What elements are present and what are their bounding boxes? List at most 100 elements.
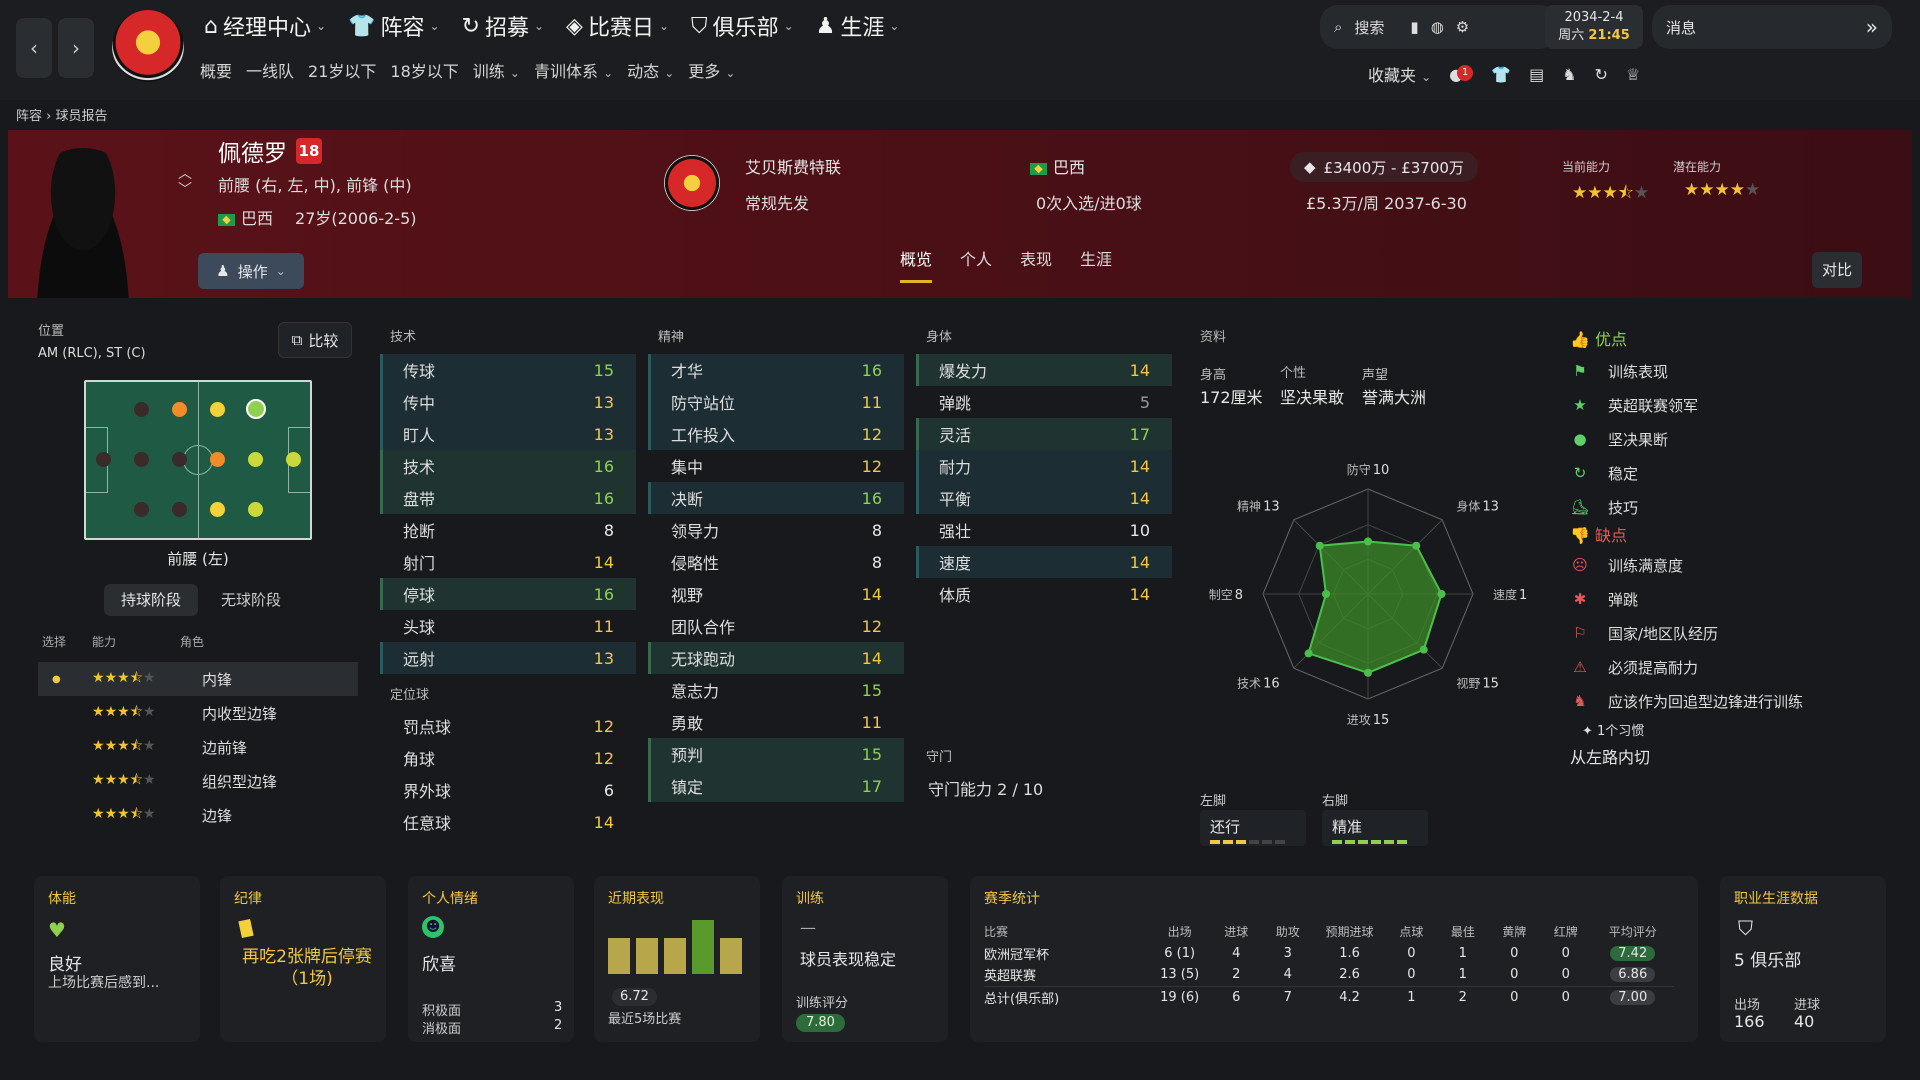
fitness-card[interactable]: 体能 ♥ 良好 上场比赛后感到... [34, 876, 200, 1042]
stats-row[interactable]: 英超联赛 13 (5) 2 4 2.6 0 1 0 0 6.86 [984, 964, 1674, 986]
attribute-row[interactable]: 镇定 17 [648, 770, 904, 802]
career-card[interactable]: 职业生涯数据 ⛉ 5 俱乐部 出场 166 进球 40 [1720, 876, 1886, 1042]
attribute-row[interactable]: 灵活 17 [916, 418, 1172, 450]
attribute-row[interactable]: 预判 15 [648, 738, 904, 770]
nav-recruit[interactable]: ↻ 招募 ⌄ [462, 10, 545, 42]
attribute-row[interactable]: 弹跳 5 [916, 386, 1172, 418]
nav-career[interactable]: ♟ 生涯 ⌄ [816, 10, 900, 42]
attribute-row[interactable]: 防守站位 11 [648, 386, 904, 418]
forward-button[interactable]: › [58, 18, 94, 78]
favorites-dropdown[interactable]: 收藏夹 ⌄ [1368, 62, 1431, 86]
trait-item[interactable]: ⛸ 技巧 [1570, 490, 1870, 524]
back-button[interactable]: ‹ [16, 18, 52, 78]
training-card[interactable]: 训练 — 球员表现稳定 训练评分 7.80 [782, 876, 948, 1042]
compare-button[interactable]: 对比 [1812, 252, 1862, 288]
messages-bar[interactable]: 消息 » [1652, 5, 1892, 49]
clipboard-icon[interactable]: ▤ [1529, 65, 1544, 84]
attribute-row[interactable]: 才华 16 [648, 354, 904, 386]
attribute-row[interactable]: 远射 13 [380, 642, 636, 674]
position-compare-button[interactable]: ⧉ 比较 [278, 322, 352, 358]
form-bar[interactable] [636, 938, 658, 974]
transfer-value[interactable]: ◆ £3400万 - £3700万 [1290, 152, 1478, 182]
tab-performance[interactable]: 表现 [1020, 246, 1052, 283]
form-bar[interactable] [664, 938, 686, 974]
attribute-row[interactable]: 体质 14 [916, 578, 1172, 610]
globe-icon[interactable]: ◍ [1431, 18, 1444, 36]
trait-item[interactable]: ⚠ 必须提高耐力 [1570, 650, 1900, 684]
role-row[interactable]: ★★★⯪★ 边前锋 [38, 730, 358, 764]
nav-manager-center[interactable]: ⌂ 经理中心 ⌄ [204, 10, 326, 42]
attribute-row[interactable]: 抢断 8 [380, 514, 636, 546]
attribute-row[interactable]: 耐力 14 [916, 450, 1172, 482]
attribute-row[interactable]: 意志力 15 [648, 674, 904, 706]
tab-overview[interactable]: 概览 [900, 246, 933, 283]
stats-row[interactable]: 总计(俱乐部) 19 (6) 6 7 4.2 1 2 0 0 7.00 [984, 986, 1674, 1008]
trait-item[interactable]: ⚑ 训练表现 [1570, 354, 1870, 388]
form-bar[interactable] [692, 920, 714, 974]
trait-item[interactable]: ⚐ 国家/地区队经历 [1570, 616, 1900, 650]
attribute-row[interactable]: 任意球 14 [380, 806, 636, 838]
attribute-row[interactable]: 射门 14 [380, 546, 636, 578]
tab-personal[interactable]: 个人 [960, 246, 992, 283]
club-crest[interactable] [664, 155, 720, 211]
subnav-youth[interactable]: 青训体系 ⌄ [534, 58, 613, 82]
subnav-dynamics[interactable]: 动态 ⌄ [627, 58, 674, 82]
in-possession-tab[interactable]: 持球阶段 [104, 584, 198, 616]
notification-icon[interactable]: ●1 [1449, 64, 1474, 84]
attribute-row[interactable]: 强壮 10 [916, 514, 1172, 546]
subnav-u18[interactable]: 18岁以下 [390, 58, 458, 82]
form-bar[interactable] [608, 938, 630, 974]
mood-card[interactable]: 个人情绪 ☻ 欣喜 积极面 3 消极面 2 [408, 876, 574, 1042]
club-logo[interactable] [112, 10, 184, 82]
attribute-row[interactable]: 侵略性 8 [648, 546, 904, 578]
attribute-row[interactable]: 角球 12 [380, 742, 636, 774]
trait-item[interactable]: ★ 英超联赛领军 [1570, 388, 1870, 422]
attribute-row[interactable]: 视野 14 [648, 578, 904, 610]
role-row[interactable]: ★★★⯪★ 内收型边锋 [38, 696, 358, 730]
role-row[interactable]: ★★★⯪★ 组织型边锋 [38, 764, 358, 798]
form-card[interactable]: 近期表现 6.72 最近5场比赛 [594, 876, 760, 1042]
attribute-row[interactable]: 停球 16 [380, 578, 636, 610]
attribute-row[interactable]: 勇敢 11 [648, 706, 904, 738]
attribute-row[interactable]: 罚点球 12 [380, 710, 636, 742]
trophy-icon[interactable]: ♕ [1626, 65, 1640, 84]
attribute-row[interactable]: 头球 11 [380, 610, 636, 642]
trait-item[interactable]: ↻ 稳定 [1570, 456, 1870, 490]
discipline-card[interactable]: 纪律 再吃2张牌后停赛（1场) [220, 876, 386, 1042]
double-chevron-right-icon[interactable]: » [1866, 15, 1878, 39]
player-switch-arrows[interactable]: ︿ ﹀ [178, 166, 192, 198]
actions-button[interactable]: ♟ 操作 ⌄ [198, 253, 304, 289]
subnav-training[interactable]: 训练 ⌄ [473, 58, 520, 82]
subnav-overview[interactable]: 概要 [200, 58, 232, 82]
attribute-row[interactable]: 界外球 6 [380, 774, 636, 806]
breadcrumb-squad[interactable]: 阵容 [16, 109, 42, 124]
trait-item[interactable]: ♞ 应该作为回追型边锋进行训练 [1570, 684, 1900, 718]
attribute-row[interactable]: 爆发力 14 [916, 354, 1172, 386]
subnav-more[interactable]: 更多 ⌄ [688, 58, 735, 82]
date-display[interactable]: 2034-2-4 周六 21:45 [1545, 5, 1643, 49]
attribute-row[interactable]: 集中 12 [648, 450, 904, 482]
attribute-row[interactable]: 传球 15 [380, 354, 636, 386]
gear-icon[interactable]: ⚙ [1456, 18, 1469, 36]
subnav-first-team[interactable]: 一线队 [246, 58, 294, 82]
club-name[interactable]: 艾贝斯费特联 [745, 154, 841, 178]
attribute-row[interactable]: 平衡 14 [916, 482, 1172, 514]
attribute-row[interactable]: 决断 16 [648, 482, 904, 514]
attribute-row[interactable]: 盘带 16 [380, 482, 636, 514]
out-of-possession-tab[interactable]: 无球阶段 [204, 584, 298, 616]
chevron-down-icon[interactable]: ﹀ [178, 182, 192, 198]
attribute-row[interactable]: 无球跑动 14 [648, 642, 904, 674]
shirt-icon[interactable]: 👕 [1491, 65, 1511, 84]
form-bar[interactable] [720, 938, 742, 974]
attribute-row[interactable]: 领导力 8 [648, 514, 904, 546]
trait-item[interactable]: ☹ 训练满意度 [1570, 548, 1900, 582]
attribute-row[interactable]: 技术 16 [380, 450, 636, 482]
chevron-up-icon[interactable]: ︿ [178, 166, 192, 182]
trait-item[interactable]: ● 坚决果断 [1570, 422, 1870, 456]
role-row[interactable]: ● ★★★⯪★ 内锋 [38, 662, 358, 696]
subnav-u21[interactable]: 21岁以下 [308, 58, 376, 82]
role-row[interactable]: ★★★⯪★ 边锋 [38, 798, 358, 832]
bookmark-icon[interactable]: ▮ [1410, 18, 1418, 36]
trait-item[interactable]: ✱ 弹跳 [1570, 582, 1900, 616]
nav-squad[interactable]: 👕 阵容 ⌄ [348, 10, 439, 42]
